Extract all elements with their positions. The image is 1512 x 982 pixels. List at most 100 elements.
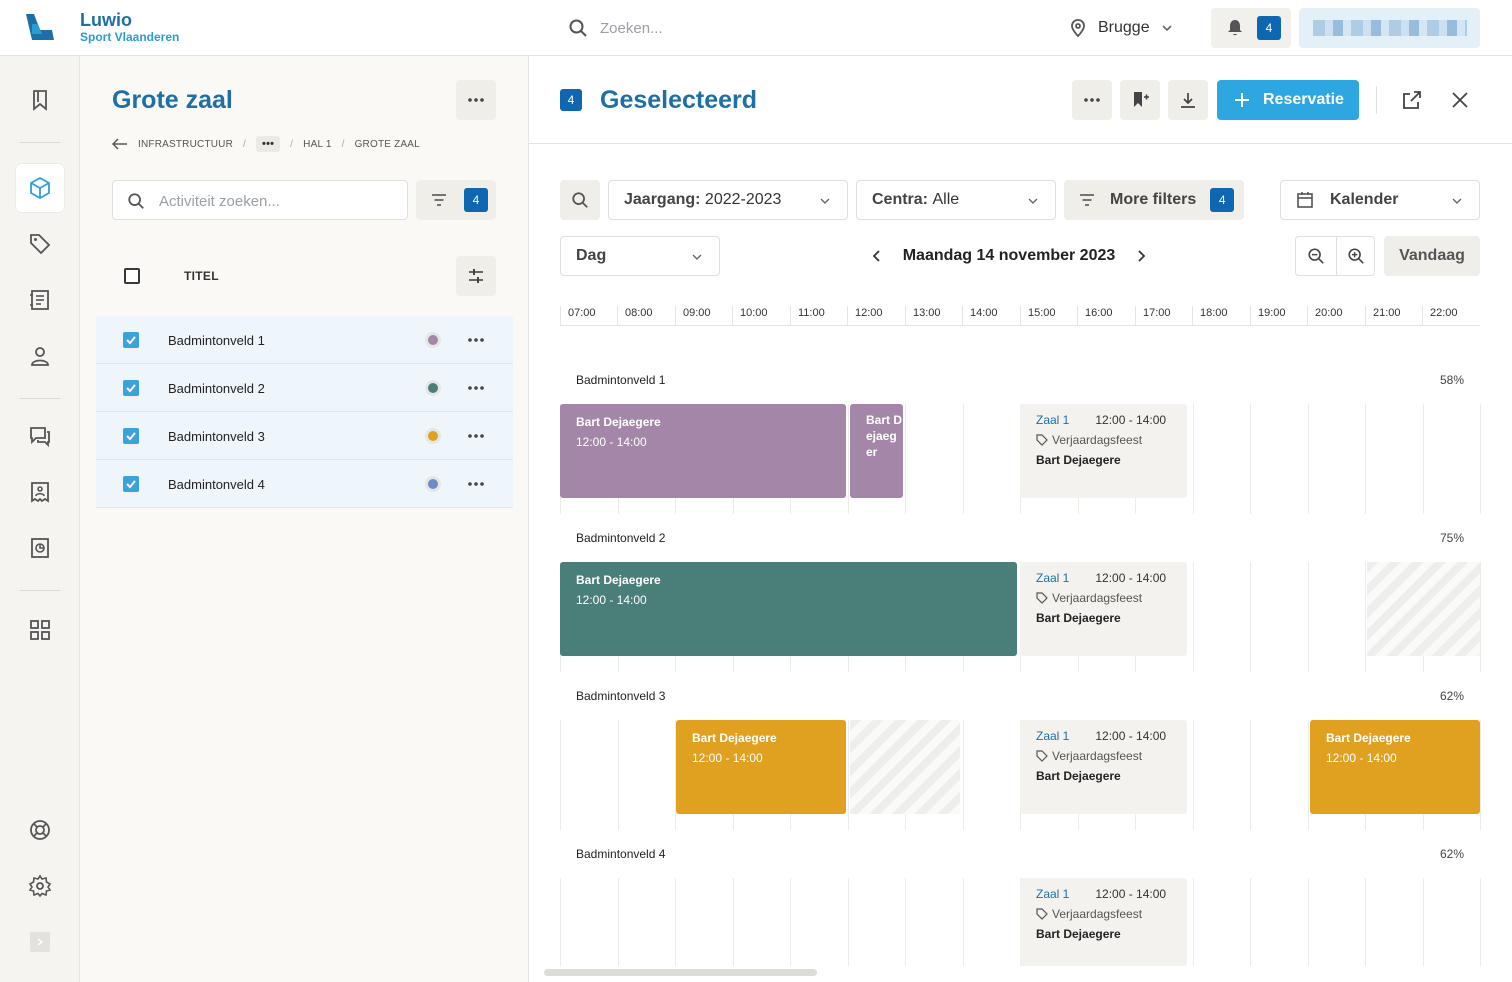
filter-button[interactable]: 4 (416, 180, 496, 220)
bookmark-icon[interactable] (16, 76, 64, 124)
timeline-gridline (1422, 878, 1424, 966)
luwio-logo[interactable] (24, 12, 56, 42)
ledger-icon[interactable] (16, 276, 64, 324)
bookmark-add-button[interactable] (1120, 80, 1160, 120)
booking-info-card[interactable]: Zaal 1 12:00 - 14:00 Verjaardagsfeest Bar… (1020, 720, 1187, 814)
download-button[interactable] (1168, 80, 1208, 120)
timeline-gridline (905, 404, 906, 514)
location-selector[interactable]: Brugge (1068, 12, 1174, 44)
close-icon[interactable] (1448, 88, 1472, 112)
timeline-gridline (1250, 878, 1251, 966)
horizontal-scrollbar[interactable] (544, 969, 817, 976)
row-checkbox[interactable] (123, 428, 139, 444)
chevron-left-icon[interactable] (869, 248, 885, 264)
notifications-button[interactable]: 4 (1211, 8, 1291, 48)
breadcrumb-item[interactable]: HAL 1 (303, 139, 331, 150)
row-checkbox[interactable] (123, 476, 139, 492)
expand-sidebar-button[interactable] (30, 932, 50, 952)
list-item[interactable]: Badmintonveld 1 (96, 316, 513, 364)
back-arrow-icon[interactable] (112, 138, 128, 150)
info-room: Zaal 1 (1036, 413, 1070, 427)
breadcrumb-item[interactable]: GROTE ZAAL (355, 139, 420, 150)
list-item[interactable]: Badmintonveld 2 (96, 364, 513, 412)
activity-search-input[interactable] (159, 191, 389, 211)
lifebuoy-icon[interactable] (16, 806, 64, 854)
add-reservation-button[interactable]: Reservatie (1217, 80, 1359, 120)
view-select[interactable]: Kalender (1280, 180, 1480, 220)
brand-name: Luwio (80, 10, 132, 30)
more-horizontal-icon[interactable] (466, 330, 486, 350)
booking-block[interactable]: Bart Dejaegere 12:00 - 14:00 (560, 562, 1017, 656)
hour-label: 11:00 (790, 306, 825, 326)
booking-block[interactable]: Bart Dejaegere 12:00 - 14:00 (560, 404, 846, 498)
receipt-icon[interactable] (16, 468, 64, 516)
user-menu[interactable] (1299, 8, 1480, 48)
info-time: 12:00 - 14:00 (1095, 571, 1167, 585)
global-search-input[interactable] (600, 16, 900, 40)
more-horizontal-icon[interactable] (466, 474, 486, 494)
list-item[interactable]: Badmintonveld 3 (96, 412, 513, 460)
hour-label: 12:00 (847, 306, 883, 326)
row-label: Badmintonveld 4 (168, 477, 265, 492)
timeline-gridline (732, 878, 734, 966)
cube-icon[interactable] (16, 164, 64, 212)
timeline-gridline (1250, 562, 1251, 672)
breadcrumb-more[interactable]: ••• (256, 136, 281, 152)
booking-block[interactable]: Bart Dejaegere 12:00 - 14:00 (676, 720, 846, 814)
facility-panel: Grote zaal INFRASTRUCTUUR / ••• / HAL 1 … (80, 56, 529, 982)
unavailable-slot (1367, 562, 1480, 656)
check-icon (126, 336, 136, 345)
lane-occupancy: 62% (1439, 847, 1464, 861)
hour-label: 08:00 (617, 306, 653, 326)
chat-icon[interactable] (16, 412, 64, 460)
tag-icon (1036, 434, 1048, 446)
calendar-header: 4 Geselecteerd Reservatie (529, 56, 1512, 144)
booking-info-card[interactable]: Zaal 1 12:00 - 14:00 Verjaardagsfeest Bar… (1020, 404, 1187, 498)
hour-label: 19:00 (1250, 306, 1286, 326)
column-settings-button[interactable] (456, 256, 496, 296)
panel-more-button[interactable] (456, 80, 496, 120)
report-icon[interactable] (16, 524, 64, 572)
centra-select[interactable]: Centra: Alle (856, 180, 1056, 220)
zoom-out-icon[interactable] (1307, 247, 1325, 265)
gear-icon[interactable] (16, 862, 64, 910)
more-horizontal-icon[interactable] (466, 426, 486, 446)
range-select-value: Dag (576, 247, 607, 264)
list-item[interactable]: Badmintonveld 4 (96, 460, 513, 508)
row-checkbox[interactable] (123, 380, 139, 396)
timeline-gridline (962, 720, 964, 830)
timeline-gridline (1422, 404, 1424, 514)
more-filters-button[interactable]: More filters 4 (1064, 180, 1244, 220)
row-checkbox[interactable] (123, 332, 139, 348)
hour-label: 14:00 (962, 306, 998, 326)
booking-info-card[interactable]: Zaal 1 12:00 - 14:00 Verjaardagsfeest Bar… (1020, 562, 1187, 656)
color-dot (425, 428, 441, 444)
timeline-gridline (962, 404, 964, 514)
tag-icon[interactable] (16, 220, 64, 268)
more-horizontal-icon (468, 98, 484, 102)
booking-block[interactable]: Bart Dejaegere 12:00 - 14:00 (1310, 720, 1480, 814)
hour-label: 13:00 (905, 306, 941, 326)
jaargang-select[interactable]: Jaargang: 2022-2023 (608, 180, 848, 220)
grid-icon[interactable] (16, 606, 64, 654)
more-horizontal-icon[interactable] (466, 378, 486, 398)
booking-info-card[interactable]: Zaal 1 12:00 - 14:00 Verjaardagsfeest Bar… (1020, 878, 1187, 966)
panel-title: Geselecteerd (600, 86, 758, 114)
more-options-button[interactable] (1072, 80, 1112, 120)
search-icon (128, 193, 144, 209)
open-external-icon[interactable] (1400, 88, 1424, 112)
chevron-right-icon[interactable] (1133, 248, 1149, 264)
select-all-checkbox[interactable] (124, 268, 140, 284)
booking-block[interactable]: Bart Dejaeger (850, 404, 903, 498)
lane-label: Badmintonveld 1 (576, 373, 666, 387)
calendar-search-button[interactable] (560, 180, 600, 220)
zoom-in-icon[interactable] (1347, 247, 1365, 265)
hour-label: 18:00 (1192, 306, 1228, 326)
breadcrumb-item[interactable]: INFRASTRUCTUUR (138, 139, 233, 150)
booking-person: Bart Dejaegere (576, 415, 661, 429)
user-icon[interactable] (16, 332, 64, 380)
lane-occupancy: 58% (1439, 373, 1464, 387)
lane-label: Badmintonveld 4 (576, 847, 666, 861)
range-select[interactable]: Dag (560, 236, 720, 276)
today-button[interactable]: Vandaag (1384, 236, 1480, 276)
